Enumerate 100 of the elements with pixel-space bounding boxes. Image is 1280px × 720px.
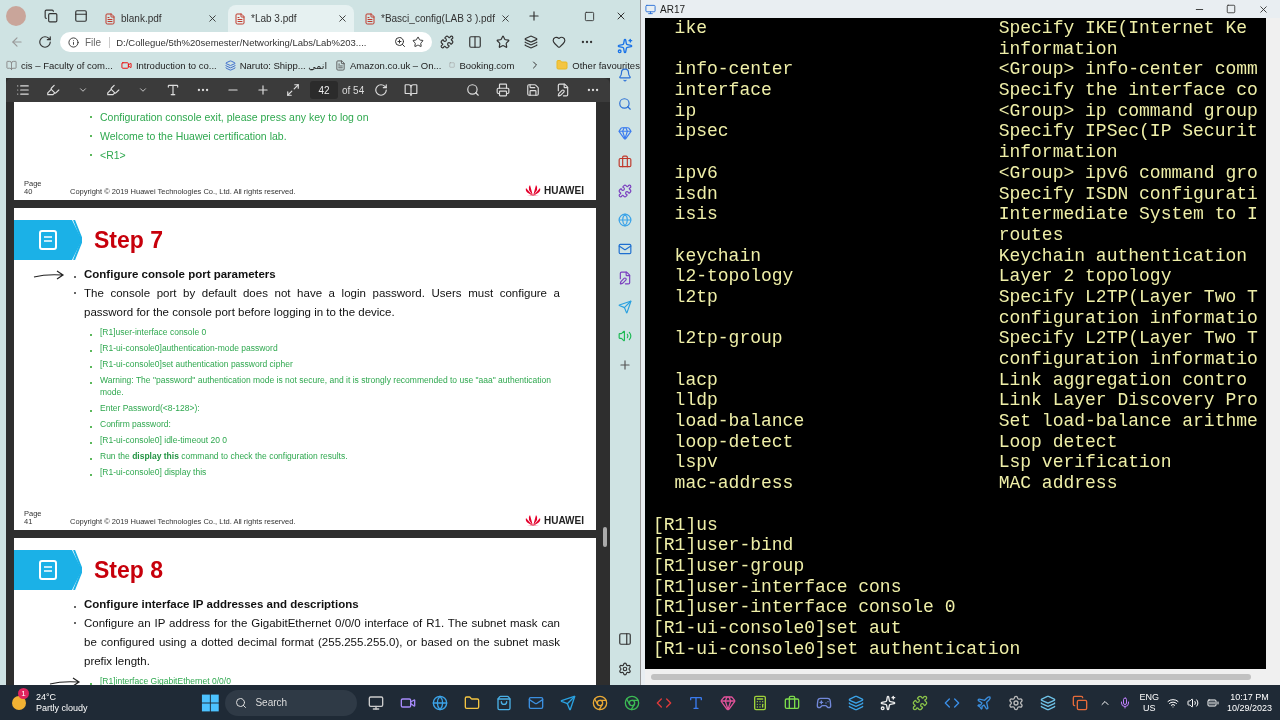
pdf-file-icon [364, 12, 376, 25]
step-title: Step 8 [94, 556, 164, 584]
prompt-line: [R1-ui-console0]set aut [653, 617, 903, 639]
command-description: Link aggregation contro [998, 369, 1249, 391]
battery-icon[interactable] [1206, 696, 1219, 709]
command-text: [R1-ui-console0]authentication-mode password [100, 342, 278, 354]
scrollbar-thumb[interactable] [651, 674, 1251, 680]
video-icon [120, 59, 132, 71]
command-text: Enter Password(<8-128>): [100, 402, 200, 414]
command-description: configuration informatio [998, 349, 1259, 370]
browser-tab[interactable]: blank.pdf [98, 5, 224, 32]
bookmark[interactable]: Booking.com [449, 59, 515, 71]
pdf-file-icon [234, 12, 246, 25]
command-description: information [998, 38, 1119, 60]
search-icon [235, 696, 248, 709]
command-text: [R1-ui-console0] idle-timeout 20 0 [100, 434, 228, 446]
command-text: [R1]user-interface console 0 [100, 326, 207, 338]
command-description: Specify ISDN configurati [998, 183, 1259, 205]
vertical-scrollbar[interactable] [1266, 18, 1280, 669]
bookmark[interactable]: Amazon.co.uk – On... [335, 59, 442, 71]
volume-icon[interactable] [1186, 696, 1199, 709]
command-description: Lsp verification [998, 452, 1173, 474]
info-icon [68, 36, 79, 48]
close-icon[interactable] [337, 13, 348, 24]
folder-icon [556, 59, 569, 71]
command-text: [R1-ui-console0] display this [100, 466, 207, 478]
command-text: <R1> [100, 148, 126, 163]
command-description: Link Layer Discovery Pro [998, 390, 1259, 412]
command-name: lacp [674, 369, 718, 390]
browser-tab[interactable]: *Lab 3.pdf [228, 5, 354, 32]
command-description: Set load-balance arithme [998, 411, 1259, 432]
command-description: Specify the interface co [998, 80, 1259, 101]
section-heading: Configure console port parameters [84, 268, 276, 280]
monitor-icon [645, 3, 656, 15]
prompt-line: [R1]user-interface console 0 [653, 597, 957, 618]
command-text: Run the display this command to check the configuration results. [100, 450, 348, 462]
body-text: Configure an IP address for the GigabitEthernet 0/0/0 interface of R1. The subnet mask can be configured using a dotted decimal format (255.255.255.0), or based on the subnet mask prefix length. [84, 616, 560, 669]
command-description: configuration informatio [998, 307, 1259, 329]
command-name: isis [674, 204, 718, 225]
bookmark[interactable]: cis – Faculty of com... [6, 59, 113, 71]
command-name: interface [674, 80, 772, 101]
prompt-line: [R1]user-interface cons [653, 576, 903, 598]
section-heading: Configure interface IP addresses and descriptions [84, 598, 359, 610]
command-description: Specify IKE(Internet Ke [998, 18, 1249, 39]
command-description: Layer 2 topology [998, 266, 1173, 287]
huawei-logo: HUAWEI [525, 514, 584, 526]
step-title: Step 7 [94, 226, 164, 254]
notification-badge: 1 [18, 687, 29, 699]
command-name: load-balance [674, 411, 805, 432]
close-icon[interactable] [499, 13, 511, 24]
zoom-icon[interactable] [394, 36, 406, 48]
command-name: ip [674, 100, 697, 121]
layers-icon [224, 59, 236, 71]
command-description: <Group> info-center comm [998, 59, 1259, 81]
command-name: loop-detect [674, 431, 794, 452]
command-description: Specify L2TP(Layer Two T [998, 328, 1259, 349]
command-name: info-center [674, 59, 794, 80]
command-description: Intermediate System to I [998, 204, 1259, 225]
command-text: Confirm password: [100, 418, 171, 430]
page-count: of 54 [342, 84, 365, 96]
close-icon[interactable] [207, 13, 218, 24]
command-name: ipv6 [674, 162, 718, 183]
prompt-line: [R1]user-group [653, 555, 806, 577]
bookmark[interactable]: Introduction to co... [120, 59, 217, 71]
microphone-icon[interactable] [1119, 696, 1132, 709]
command-description: information [998, 142, 1119, 163]
weather-condition: Partly cloudy [36, 702, 88, 714]
command-name: ike [674, 18, 707, 38]
book-icon [6, 59, 17, 71]
command-text: [R1]interface GigabitEthernet 0/0/0 [100, 675, 231, 685]
command-description: Specify IPSec(IP Securit [998, 121, 1259, 143]
wifi-icon[interactable] [1166, 696, 1179, 709]
body-text: The console port by default does not have a login password. Users must configure a password for the console port before logging in to the device. [84, 286, 560, 320]
terminal-console[interactable] [645, 18, 1266, 669]
command-text: Warning: The "password" authentication mode is not secure, and it is strongly recommended to use "aaa" authentication mode. [100, 374, 552, 398]
command-name: l2-topology [674, 266, 794, 287]
clock[interactable]: 10:17 PM 10/29/2023 [1226, 691, 1272, 714]
browser-tab[interactable]: *Basci_config(LAB 3 ).pdf [358, 5, 517, 32]
bookmark[interactable]: Naruto: Shipp... انمي [224, 59, 328, 71]
bookmark-folder[interactable]: Other favourites [556, 59, 640, 71]
taskbar-search[interactable]: Search [225, 689, 358, 716]
language-indicator[interactable]: ENG US [1139, 691, 1159, 714]
command-description: MAC address [998, 473, 1119, 494]
command-name: ipsec [674, 121, 729, 142]
address-bar[interactable]: File D:/Collegue/5th%20semester/Networking/Labs/Lab%203.... [60, 32, 432, 52]
windows-start-icon[interactable] [200, 692, 220, 713]
command-text: Welcome to the Huawei certification lab. [100, 129, 287, 144]
command-name: lspv [674, 452, 718, 473]
prompt-line: [R1]user-bind [653, 535, 795, 556]
window-title: AR17 [660, 3, 685, 15]
scrollbar-thumb[interactable] [603, 527, 607, 547]
star-icon[interactable] [412, 36, 424, 48]
huawei-logo: HUAWEI [525, 184, 584, 196]
command-description: routes [998, 224, 1065, 246]
command-name: l2tp-group [674, 328, 783, 349]
command-name: mac-address [674, 473, 794, 494]
command-name: l2tp [674, 286, 718, 307]
page-field[interactable]: 42 [310, 81, 338, 99]
command-name: lldp [674, 390, 718, 411]
command-text: [R1-ui-console0]set authentication password cipher [100, 358, 293, 370]
